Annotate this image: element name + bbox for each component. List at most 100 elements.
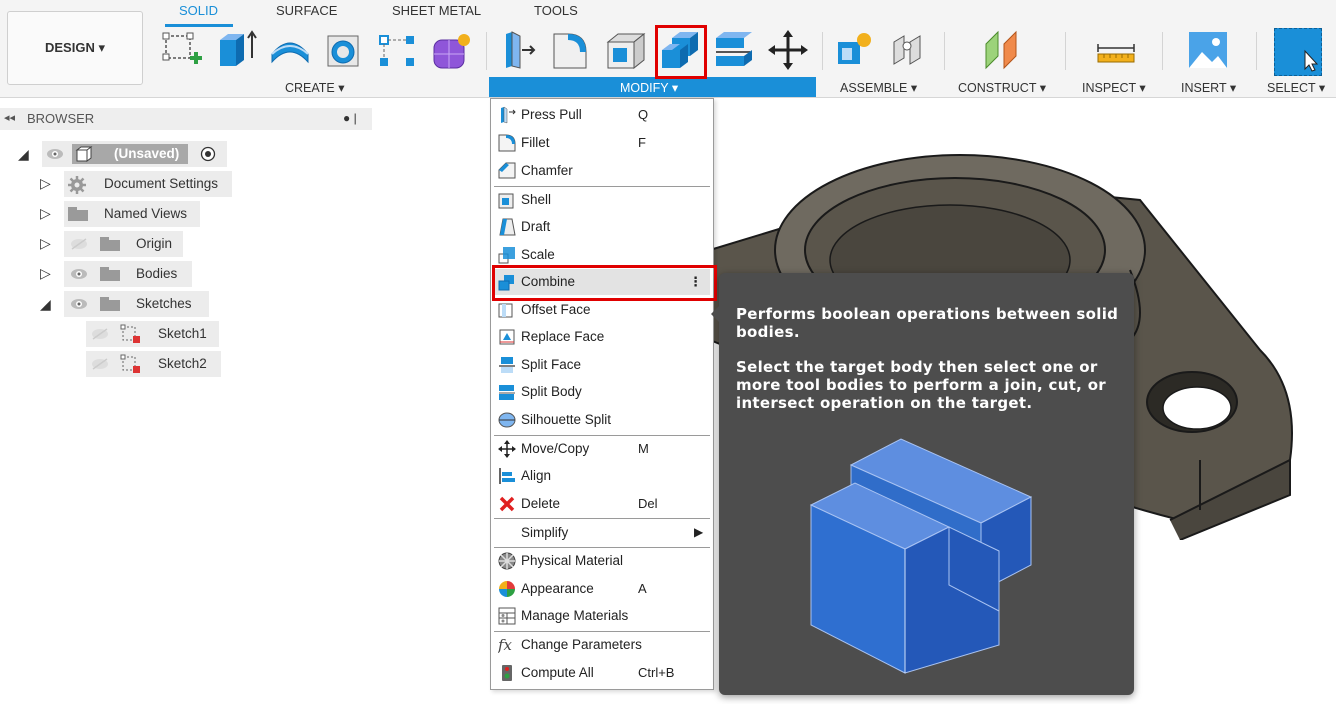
select-button[interactable] — [1274, 28, 1322, 76]
browser-header: ◂◂ BROWSER ● | — [0, 108, 372, 130]
construct-group-label[interactable]: CONSTRUCT ▾ — [958, 80, 1046, 95]
menu-item-physical-material[interactable]: Physical Material — [494, 548, 710, 574]
folder-icon — [100, 237, 120, 251]
tree-item-sketch2[interactable]: Sketch2 — [86, 351, 221, 377]
menu-item-silhouette-split[interactable]: Silhouette Split — [494, 407, 710, 433]
menu-item-split-body[interactable]: Split Body — [494, 379, 710, 405]
tab-tools[interactable]: TOOLS — [534, 3, 578, 18]
tree-item-named-views[interactable]: Named Views — [64, 201, 200, 227]
combine-button-highlight — [655, 25, 707, 79]
offset-plane-button[interactable] — [980, 28, 1024, 72]
tree-item-sketches[interactable]: Sketches — [64, 291, 209, 317]
split-body-icon — [499, 385, 515, 400]
select-group-label[interactable]: SELECT ▾ — [1267, 80, 1325, 95]
revolve-button[interactable] — [268, 28, 312, 72]
split-body-icon — [716, 32, 752, 66]
visibility-eye-icon[interactable] — [46, 148, 64, 160]
tree-item-origin[interactable]: Origin — [64, 231, 183, 257]
combine-tooltip: Performs boolean operations between soli… — [711, 273, 1134, 695]
browser-title: BROWSER — [27, 111, 95, 126]
menu-item-replace-face[interactable]: Replace Face — [494, 324, 710, 350]
joint-button[interactable] — [888, 28, 932, 72]
create-group-label[interactable]: CREATE ▾ — [285, 80, 345, 95]
menu-item-shortcut: A — [638, 581, 647, 596]
shell-button[interactable] — [604, 28, 648, 72]
shell-icon — [498, 193, 514, 209]
tab-surface[interactable]: SURFACE — [276, 3, 337, 18]
menu-item-label: Press Pull — [521, 107, 582, 122]
menu-item-delete[interactable]: Delete Del — [494, 491, 710, 517]
menu-item-press-pull[interactable]: Press Pull Q — [494, 102, 710, 128]
modify-group-label[interactable]: MODIFY ▾ — [489, 77, 816, 97]
menu-item-label: Appearance — [521, 581, 594, 596]
group-divider — [486, 32, 487, 70]
pattern-button[interactable] — [376, 28, 420, 72]
tree-item-label: Named Views — [104, 206, 188, 221]
insert-canvas-button[interactable] — [1186, 28, 1230, 72]
measure-button[interactable] — [1094, 28, 1138, 72]
sketch-icon — [120, 324, 140, 343]
new-component-button[interactable] — [834, 28, 878, 72]
inspect-group-label[interactable]: INSPECT ▾ — [1082, 80, 1146, 95]
hidden-eye-icon[interactable] — [91, 328, 109, 340]
visibility-eye-icon[interactable] — [70, 268, 88, 280]
tree-item-sketch1[interactable]: Sketch1 — [86, 321, 219, 347]
hidden-eye-icon[interactable] — [91, 358, 109, 370]
split-face-icon — [499, 357, 515, 373]
menu-item-draft[interactable]: Draft — [494, 214, 710, 240]
browser-pin-icon[interactable]: ● | — [343, 111, 357, 125]
collapse-triangle-icon[interactable]: ◢ — [18, 146, 29, 163]
hole-button[interactable] — [322, 28, 366, 72]
tree-item-document-settings[interactable]: Document Settings — [64, 171, 232, 197]
expand-triangle-icon[interactable]: ▷ — [40, 235, 51, 252]
form-button[interactable] — [430, 28, 474, 72]
menu-item-move-copy[interactable]: Move/Copy M — [494, 436, 710, 462]
menu-item-shortcut: M — [638, 441, 649, 456]
menu-item-manage-materials[interactable]: Manage Materials — [494, 603, 710, 629]
tree-item-label: Document Settings — [104, 176, 219, 191]
collapse-triangle-icon[interactable]: ◢ — [40, 296, 51, 313]
menu-item-label: Silhouette Split — [521, 412, 612, 427]
offset-plane-icon — [985, 30, 1017, 70]
extrude-button[interactable] — [214, 28, 258, 72]
visibility-eye-icon[interactable] — [70, 298, 88, 310]
menu-item-simplify[interactable]: Simplify ▶ — [494, 520, 710, 546]
tab-sheet-metal[interactable]: SHEET METAL — [392, 3, 481, 18]
combine-illustration-icon — [809, 438, 1033, 674]
press-pull-button[interactable] — [496, 28, 540, 72]
menu-item-label: Simplify — [521, 525, 569, 540]
assemble-group-label[interactable]: ASSEMBLE ▾ — [840, 80, 917, 95]
menu-item-label: Change Parameters — [521, 637, 642, 652]
menu-item-change-parameters[interactable]: fx Change Parameters — [494, 632, 710, 658]
menu-item-compute-all[interactable]: Compute All Ctrl+B — [494, 660, 710, 686]
tree-item-bodies[interactable]: Bodies — [64, 261, 192, 287]
collapse-browser-icon[interactable]: ◂◂ — [4, 111, 15, 124]
tooltip-summary: Performs boolean operations between soli… — [736, 305, 1119, 341]
tab-solid[interactable]: SOLID — [179, 3, 218, 18]
move-copy-button[interactable] — [766, 28, 810, 72]
expand-triangle-icon[interactable]: ▷ — [40, 265, 51, 282]
hole-icon — [327, 35, 359, 67]
expand-triangle-icon[interactable]: ▷ — [40, 205, 51, 222]
svg-text:fx: fx — [498, 636, 513, 654]
menu-item-fillet[interactable]: Fillet F — [494, 130, 710, 156]
tree-item-label: Origin — [136, 236, 173, 251]
insert-group-label[interactable]: INSERT ▾ — [1181, 80, 1236, 95]
hidden-eye-icon[interactable] — [70, 238, 88, 250]
create-sketch-button[interactable] — [160, 28, 204, 72]
menu-item-align[interactable]: Align — [494, 463, 710, 489]
split-body-button[interactable] — [712, 28, 756, 72]
workspace-switcher-button[interactable]: DESIGN ▾ — [7, 11, 143, 85]
replace-face-icon — [499, 329, 515, 345]
expand-triangle-icon[interactable]: ▷ — [40, 175, 51, 192]
menu-item-chamfer[interactable]: Chamfer — [494, 158, 710, 184]
activate-radio-icon[interactable] — [200, 146, 216, 162]
tree-root[interactable]: (Unsaved) — [42, 141, 227, 167]
fillet-button[interactable] — [550, 28, 594, 72]
new-component-icon — [838, 33, 871, 64]
submenu-arrow-icon: ▶ — [694, 525, 704, 539]
menu-item-shell[interactable]: Shell — [494, 187, 710, 213]
menu-item-label: Manage Materials — [521, 608, 629, 623]
menu-item-appearance[interactable]: Appearance A — [494, 576, 710, 602]
menu-item-split-face[interactable]: Split Face — [494, 352, 710, 378]
